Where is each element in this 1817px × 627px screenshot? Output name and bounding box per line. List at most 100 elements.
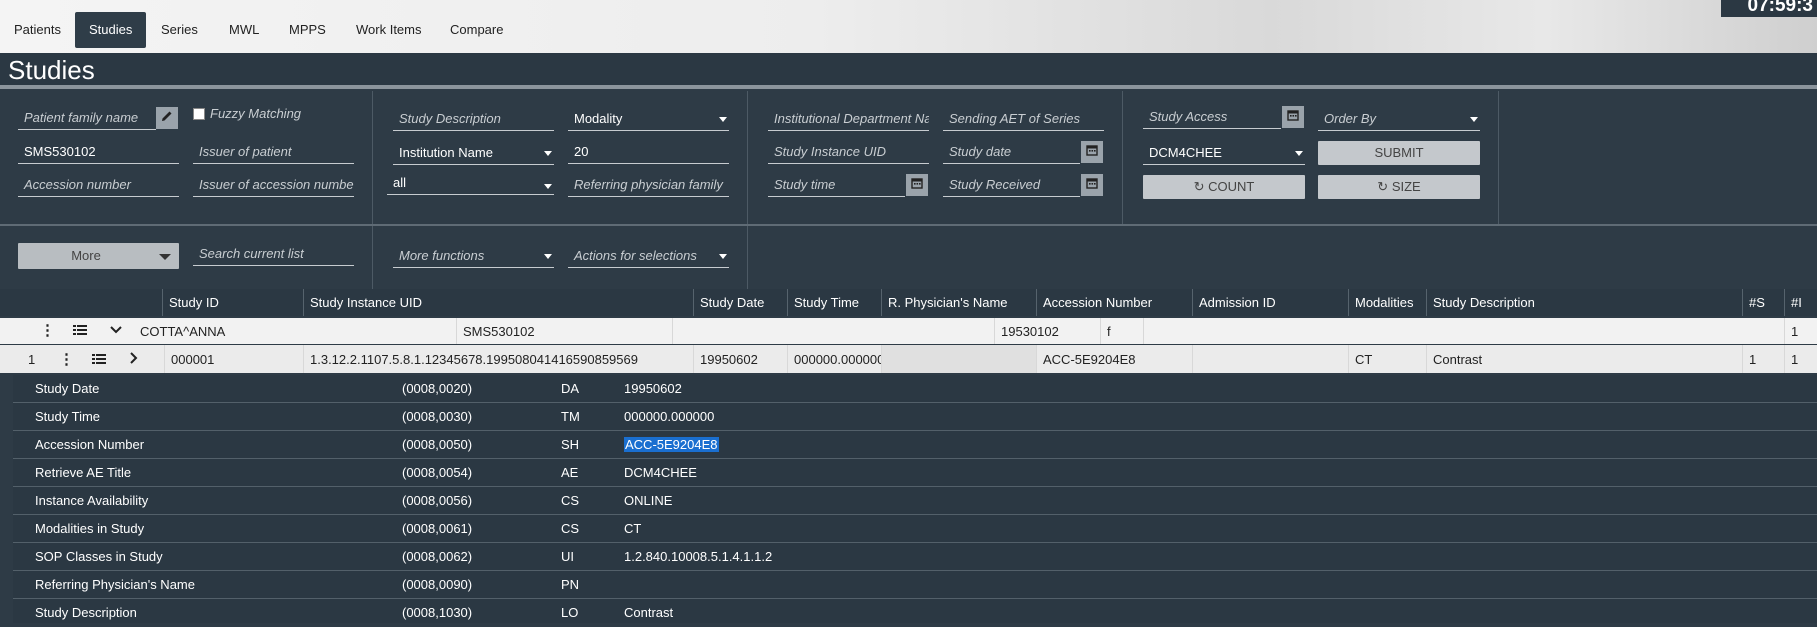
more-vert-icon[interactable]: ⋮: [40, 321, 55, 339]
all-select-label: all: [393, 175, 407, 190]
more-button-label: More: [71, 248, 101, 263]
tab-work-items[interactable]: Work Items: [342, 12, 436, 48]
attribute-value: ONLINE: [624, 493, 673, 508]
actions-for-selections-select[interactable]: Actions for selections: [568, 244, 729, 268]
study-description-cell: Contrast: [1426, 345, 1742, 373]
selected-text[interactable]: ACC-5E9204E8: [624, 437, 719, 452]
column-header[interactable]: #S: [1742, 289, 1784, 316]
attribute-value[interactable]: ACC-5E9204E8: [624, 431, 719, 458]
column-header[interactable]: Study Instance UID: [303, 289, 693, 316]
study-time-input[interactable]: Study time: [768, 173, 905, 197]
physician-cell: [881, 345, 1036, 373]
more-vert-icon[interactable]: ⋮: [59, 350, 74, 368]
aet-select[interactable]: DCM4CHEE: [1143, 141, 1305, 165]
attribute-value: Contrast: [624, 605, 674, 620]
tab-studies[interactable]: Studies: [75, 12, 147, 48]
chevron-down-icon[interactable]: [108, 322, 124, 339]
column-header[interactable]: Study ID: [162, 289, 303, 316]
refresh-icon: ↻: [1193, 179, 1205, 194]
calendar-icon[interactable]: [1081, 141, 1103, 163]
column-header[interactable]: R. Physician's Name: [881, 289, 1036, 316]
study-description-input[interactable]: Study Description: [393, 107, 554, 131]
list-icon[interactable]: [90, 352, 108, 369]
submit-button[interactable]: SUBMIT: [1318, 141, 1480, 165]
chevron-right-icon[interactable]: [127, 351, 141, 368]
attribute-name: Study Time: [35, 409, 101, 424]
pencil-icon[interactable]: [156, 107, 178, 129]
modality-select[interactable]: Modality: [568, 107, 729, 131]
tab-mwl[interactable]: MWL: [215, 12, 273, 48]
tab-mpps[interactable]: MPPS: [275, 12, 340, 48]
attribute-vr: SH: [561, 437, 580, 452]
institution-name-select[interactable]: Institution Name: [393, 141, 554, 165]
attribute-name: Instance Availability: [35, 493, 149, 508]
count-button-label: COUNT: [1208, 179, 1255, 194]
study-date-cell: 19950602: [693, 345, 787, 373]
calendar-icon[interactable]: [1282, 106, 1304, 128]
attribute-value: 1.2.840.10008.5.1.4.1.1.2: [624, 549, 773, 564]
study-access-input[interactable]: Study Access: [1143, 105, 1281, 129]
attribute-vr: UI: [561, 549, 574, 564]
referring-physician-input[interactable]: Referring physician family: [568, 173, 729, 197]
column-header[interactable]: Accession Number: [1036, 289, 1192, 316]
all-select[interactable]: all: [387, 171, 554, 195]
study-received-input[interactable]: Study Received: [943, 173, 1080, 197]
study-instance-uid-input[interactable]: Study Instance UID: [768, 140, 929, 164]
caret-down-icon: [544, 254, 552, 259]
order-by-select[interactable]: Order By: [1318, 107, 1480, 131]
column-header[interactable]: #I: [1784, 289, 1817, 316]
issuer-of-patient-input[interactable]: Issuer of patient: [193, 140, 354, 164]
attribute-tag: (0008,0061): [402, 521, 473, 536]
caret-down-icon: [544, 184, 552, 189]
attribute-row: Accession Number (0008,0050) SH ACC-5E92…: [13, 431, 1817, 459]
attribute-name: Modalities in Study: [35, 521, 145, 536]
institutional-department-input[interactable]: Institutional Department Na: [768, 107, 929, 131]
study-row-index: 1: [28, 351, 36, 367]
attribute-row: Instance Availability (0008,0056) CS ONL…: [13, 487, 1817, 515]
search-current-list-input[interactable]: Search current list: [193, 242, 354, 266]
patient-row[interactable]: ⋮ COTTA^ANNA SMS530102 19530102 f 1: [0, 318, 1817, 344]
attribute-tag: (0008,0090): [402, 577, 473, 592]
study-date-input[interactable]: Study date: [943, 140, 1080, 164]
tab-compare[interactable]: Compare: [436, 12, 517, 48]
actions-for-selections-label: Actions for selections: [574, 248, 697, 263]
column-header[interactable]: Admission ID: [1192, 289, 1348, 316]
calendar-icon[interactable]: [1081, 174, 1103, 196]
patient-id: SMS530102: [456, 318, 672, 344]
patient-empty-cell: [672, 318, 994, 344]
patient-id-input[interactable]: SMS530102: [18, 140, 179, 164]
column-header[interactable]: Study Date: [693, 289, 787, 316]
attribute-value: 000000.000000: [624, 409, 715, 424]
sending-aet-input[interactable]: Sending AET of Series: [943, 107, 1104, 131]
list-icon[interactable]: [71, 323, 89, 340]
tab-patients[interactable]: Patients: [0, 12, 75, 48]
attribute-tag: (0008,0062): [402, 549, 473, 564]
tab-series[interactable]: Series: [147, 12, 212, 48]
column-header[interactable]: Study Time: [787, 289, 881, 316]
patient-birth-date: 19530102: [994, 318, 1100, 344]
attribute-value: CT: [624, 521, 642, 536]
size-button[interactable]: ↻ SIZE: [1318, 175, 1480, 199]
attribute-row: Referring Physician's Name (0008,0090) P…: [13, 571, 1817, 599]
order-by-label: Order By: [1324, 111, 1377, 126]
column-header[interactable]: Modalities: [1348, 289, 1426, 316]
accession-number-input[interactable]: Accession number: [18, 173, 179, 197]
attribute-tag: (0008,1030): [402, 605, 473, 620]
column-header[interactable]: Study Description: [1426, 289, 1742, 316]
more-functions-select[interactable]: More functions: [393, 244, 554, 268]
attribute-name: Study Date: [35, 381, 100, 396]
study-row[interactable]: 1 ⋮ 000001 1.3.12.2.1107.5.8.1.12345678.…: [0, 345, 1817, 373]
more-button[interactable]: More: [18, 243, 179, 269]
fuzzy-matching-checkbox[interactable]: [193, 108, 205, 120]
refresh-icon: ↻: [1377, 179, 1389, 194]
page-title: Studies: [0, 53, 1817, 89]
patient-family-name-input[interactable]: Patient family name: [18, 106, 156, 130]
fuzzy-matching-label: Fuzzy Matching: [210, 106, 302, 121]
caret-down-icon: [719, 117, 727, 122]
limit-input[interactable]: 20: [568, 140, 729, 164]
count-button[interactable]: ↻ COUNT: [1143, 175, 1305, 199]
calendar-icon[interactable]: [906, 174, 928, 196]
attribute-vr: PN: [561, 577, 580, 592]
issuer-of-accession-input[interactable]: Issuer of accession numbe: [193, 173, 354, 197]
attribute-row: Study Time (0008,0030) TM 000000.000000: [13, 403, 1817, 431]
